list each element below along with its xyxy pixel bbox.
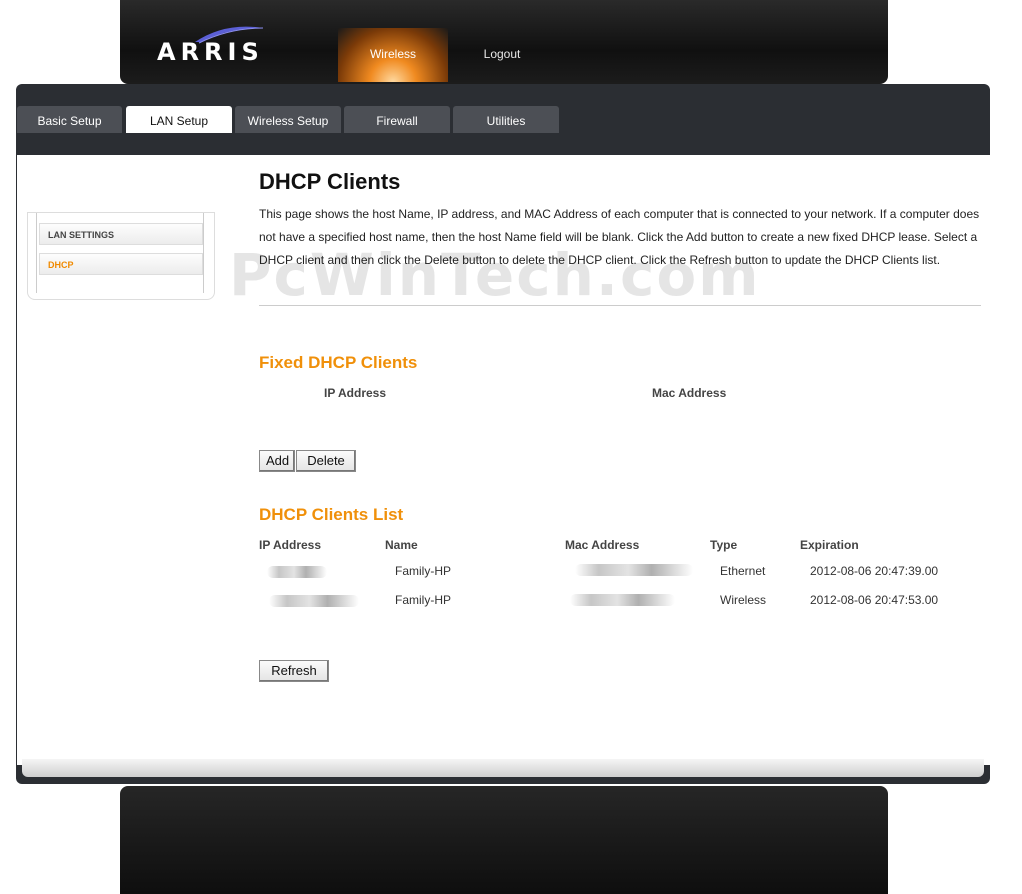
client-name: Family-HP: [395, 593, 451, 607]
refresh-button[interactable]: Refresh: [259, 660, 329, 682]
footer: [120, 786, 888, 894]
client-type: Wireless: [720, 593, 767, 607]
list-mac-column-header: Mac Address: [565, 538, 640, 552]
fixed-mac-column-header: Mac Address: [652, 386, 727, 400]
nav-logout[interactable]: Logout: [460, 28, 544, 82]
divider: [259, 305, 981, 306]
fixed-clients-title: Fixed DHCP Clients: [259, 353, 418, 372]
arris-logo: ARRIS: [157, 24, 267, 66]
fixed-ip-column-header: IP Address: [324, 386, 387, 400]
page-description: This page shows the host Name, IP addres…: [259, 207, 980, 267]
nav-wireless[interactable]: Wireless: [338, 28, 448, 82]
content-bottom-edge: [22, 759, 984, 777]
redacted-ip: [267, 566, 327, 578]
content-panel: LAN SETTINGS DHCP DHCP Clients PcWinTech…: [17, 155, 990, 765]
client-expiration: 2012-08-06 20:47:53.00: [810, 593, 939, 607]
client-type: Ethernet: [720, 564, 766, 578]
client-expiration: 2012-08-06 20:47:39.00: [810, 564, 939, 578]
main-frame: Basic Setup LAN Setup Wireless Setup Fir…: [16, 84, 990, 784]
sidebar-item-lan-settings[interactable]: LAN SETTINGS: [39, 223, 203, 245]
list-name-column-header: Name: [385, 538, 418, 552]
redacted-mac: [570, 594, 675, 606]
clients-list-title: DHCP Clients List: [259, 505, 404, 524]
tab-firewall[interactable]: Firewall: [344, 106, 450, 133]
tab-lan-setup[interactable]: LAN Setup: [126, 106, 232, 133]
sidebar-inner: LAN SETTINGS DHCP: [36, 213, 204, 293]
add-button[interactable]: Add: [259, 450, 295, 472]
sidebar-item-dhcp[interactable]: DHCP: [39, 253, 203, 275]
list-ip-column-header: IP Address: [259, 538, 322, 552]
tab-utilities[interactable]: Utilities: [453, 106, 559, 133]
logo-text: ARRIS: [157, 38, 264, 66]
list-expiration-column-header: Expiration: [800, 538, 859, 552]
redacted-mac: [575, 564, 693, 576]
delete-button[interactable]: Delete: [296, 450, 356, 472]
header: ARRIS Wireless Logout: [120, 0, 888, 84]
page-title: DHCP Clients: [259, 169, 401, 194]
sidebar: LAN SETTINGS DHCP: [27, 212, 215, 300]
tab-wireless-setup[interactable]: Wireless Setup: [235, 106, 341, 133]
tab-basic-setup[interactable]: Basic Setup: [17, 106, 122, 133]
list-type-column-header: Type: [710, 538, 738, 552]
redacted-ip: [269, 595, 359, 607]
client-name: Family-HP: [395, 564, 451, 578]
